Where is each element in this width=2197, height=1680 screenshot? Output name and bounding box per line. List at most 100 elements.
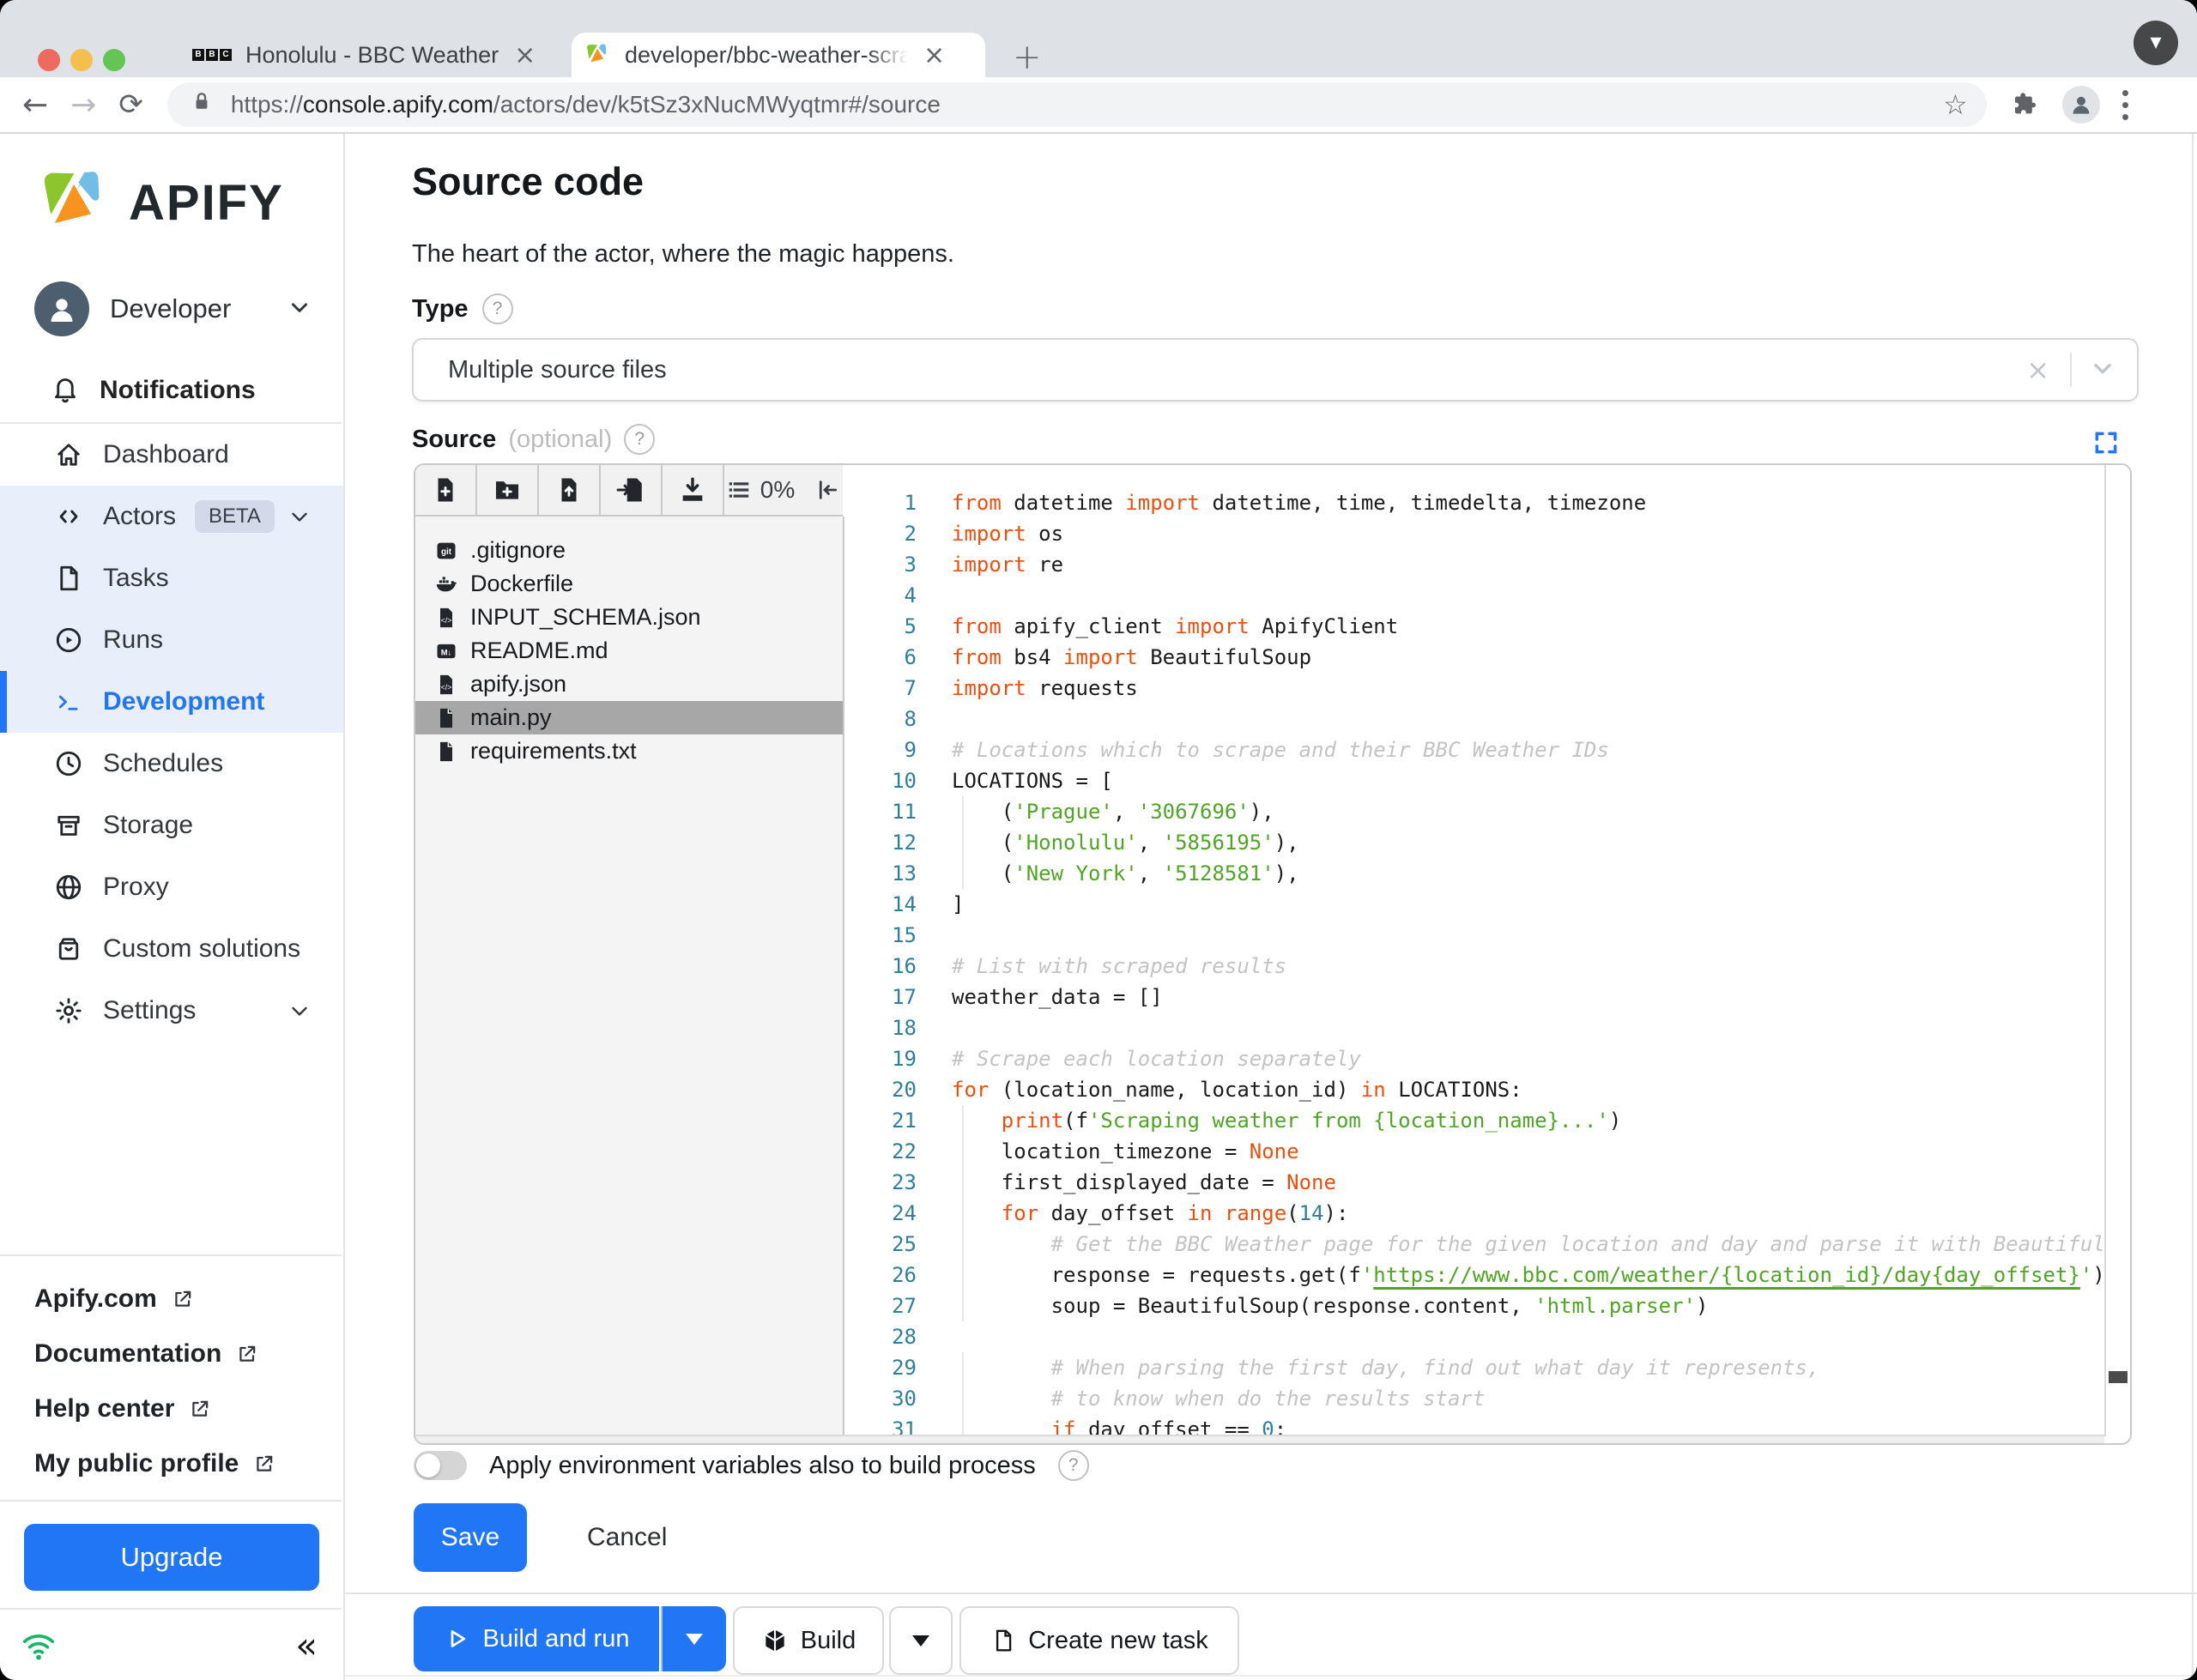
account-name: Developer bbox=[110, 293, 232, 323]
sidebar-item-runs[interactable]: Runs bbox=[0, 609, 343, 671]
indent-guide bbox=[962, 1352, 964, 1383]
back-icon[interactable]: ← bbox=[22, 88, 48, 123]
sidebar-item-dashboard[interactable]: Dashboard bbox=[0, 424, 343, 486]
sidebar-item-tasks[interactable]: Tasks bbox=[0, 547, 343, 609]
import-file-button[interactable] bbox=[601, 465, 663, 515]
sidebar-item-label: Tasks bbox=[103, 564, 169, 592]
save-button[interactable]: Save bbox=[414, 1503, 527, 1572]
macos-minimize-button[interactable] bbox=[70, 49, 93, 71]
account-switcher[interactable]: Developer bbox=[0, 276, 343, 341]
line-number: 16 bbox=[892, 954, 917, 978]
file-item-dockerfile[interactable]: Dockerfile bbox=[415, 567, 843, 601]
sidebar-item-notifications[interactable]: Notifications bbox=[0, 364, 343, 417]
upload-file-button[interactable] bbox=[539, 465, 601, 515]
page-scrollbar[interactable] bbox=[2192, 134, 2194, 1680]
fullscreen-expand-icon[interactable] bbox=[2092, 429, 2120, 456]
scrollbar-thumb[interactable] bbox=[2109, 1371, 2127, 1383]
build-button[interactable]: Build bbox=[733, 1606, 884, 1675]
tab-close-icon[interactable]: × bbox=[923, 40, 945, 70]
code-editor[interactable]: 1 2 3 4 5 6 7 8 9 10 11 12 13 14 15 16 17 18 19 20 21 22 23 24 2… bbox=[844, 465, 2104, 1436]
file-item-requirements-txt[interactable]: requirements.txt bbox=[415, 734, 843, 768]
new-tab-button[interactable]: + bbox=[1013, 38, 1042, 77]
apify-logo[interactable]: APIFY bbox=[34, 163, 284, 242]
build-dropdown[interactable] bbox=[889, 1606, 953, 1675]
code-line-7: import requests bbox=[952, 676, 1138, 700]
external-link-icon bbox=[252, 1452, 276, 1476]
horizontal-scrollbar[interactable] bbox=[415, 1435, 2104, 1443]
line-number: 19 bbox=[892, 1047, 917, 1071]
line-number: 5 bbox=[904, 614, 917, 638]
lock-icon bbox=[190, 89, 221, 120]
bookmark-star-icon[interactable]: ☆ bbox=[1943, 88, 1968, 121]
clear-selection-icon[interactable]: × bbox=[2026, 354, 2049, 386]
tab-search-button[interactable]: ▾ bbox=[2133, 21, 2178, 65]
sidebar-link-my-public-profile[interactable]: My public profile bbox=[0, 1436, 343, 1491]
code-icon bbox=[53, 501, 84, 532]
line-number: 6 bbox=[904, 645, 917, 669]
file-item-main-py[interactable]: main.py bbox=[415, 701, 843, 734]
collapse-tree-icon[interactable] bbox=[815, 477, 841, 503]
code-line-20: for (location_name, location_id) in LOCA… bbox=[952, 1078, 1522, 1102]
cancel-button[interactable]: Cancel bbox=[570, 1503, 684, 1572]
help-question-icon[interactable]: ? bbox=[624, 424, 656, 455]
document-icon bbox=[996, 1629, 1012, 1652]
build-and-run-dropdown[interactable] bbox=[661, 1606, 726, 1671]
sidebar-link-apify-com[interactable]: Apify.com bbox=[0, 1272, 343, 1326]
reload-icon[interactable]: ⟳ bbox=[118, 88, 143, 122]
macos-zoom-button[interactable] bbox=[103, 49, 125, 71]
sidebar-link-documentation[interactable]: Documentation bbox=[0, 1326, 343, 1381]
sidebar-item-schedules[interactable]: Schedules bbox=[0, 733, 343, 795]
new-folder-button[interactable] bbox=[477, 465, 539, 515]
macos-close-button[interactable] bbox=[38, 49, 60, 71]
file-item-apify-json[interactable]: </> apify.json bbox=[415, 668, 843, 701]
upgrade-button[interactable]: Upgrade bbox=[24, 1524, 319, 1591]
chrome-menu-icon[interactable] bbox=[2121, 89, 2128, 120]
sidebar-nav: Dashboard Actors BETA Tasks Runs Development S… bbox=[0, 424, 343, 1042]
editor-zoom-control[interactable]: 0% bbox=[724, 465, 843, 515]
sidebar-item-custom-solutions[interactable]: Custom solutions bbox=[0, 918, 343, 980]
build-and-run-button[interactable]: Build and run bbox=[414, 1606, 659, 1671]
code-line-14: ] bbox=[952, 892, 965, 916]
sidebar-item-storage[interactable]: Storage bbox=[0, 795, 343, 856]
file-name: apify.json bbox=[470, 671, 567, 697]
code-file-icon: </> bbox=[434, 606, 458, 630]
env-variables-toggle[interactable] bbox=[414, 1451, 467, 1480]
tab-close-icon[interactable]: × bbox=[514, 40, 536, 70]
vertical-scrollbar[interactable] bbox=[2104, 465, 2130, 1436]
url-bar[interactable]: https://console.apify.com/actors/dev/k5t… bbox=[166, 82, 1987, 127]
sidebar-item-proxy[interactable]: Proxy bbox=[0, 856, 343, 918]
link-label: Apify.com bbox=[34, 1284, 157, 1313]
collapse-sidebar-icon[interactable]: « bbox=[295, 1624, 318, 1666]
sidebar-item-settings[interactable]: Settings bbox=[0, 980, 343, 1042]
apify-logo-icon bbox=[44, 169, 100, 223]
tab-bbc-weather[interactable]: BBC Honolulu - BBC Weather × bbox=[180, 33, 566, 77]
create-new-task-button[interactable]: Create new task bbox=[959, 1606, 1239, 1675]
chrome-profile-avatar[interactable] bbox=[2061, 86, 2100, 124]
indent-guide bbox=[962, 858, 964, 889]
sidebar-link-help-center[interactable]: Help center bbox=[0, 1381, 343, 1436]
code-line-22: location_timezone = None bbox=[952, 1136, 2104, 1167]
source-optional-label: (optional) bbox=[508, 425, 613, 453]
forward-icon[interactable]: → bbox=[70, 88, 96, 123]
help-question-icon[interactable]: ? bbox=[1057, 1450, 1089, 1481]
line-number: 8 bbox=[904, 707, 917, 731]
new-file-button[interactable] bbox=[415, 465, 477, 515]
help-question-icon[interactable]: ? bbox=[481, 293, 513, 324]
chevron-down-icon[interactable] bbox=[2089, 354, 2116, 386]
user-avatar bbox=[34, 281, 89, 336]
package-icon bbox=[765, 1629, 784, 1652]
download-button[interactable] bbox=[663, 465, 724, 515]
line-number: 18 bbox=[892, 1016, 917, 1040]
tab-apify-console[interactable]: developer/bbc-weather-scrape × bbox=[572, 33, 985, 77]
env-toggle-label: Apply environment variables also to buil… bbox=[489, 1451, 1036, 1479]
indent-guide bbox=[962, 1260, 964, 1290]
play-icon bbox=[451, 1630, 465, 1647]
file-item--gitignore[interactable]: git .gitignore bbox=[415, 534, 843, 567]
file-item-input-schema-json[interactable]: </> INPUT_SCHEMA.json bbox=[415, 601, 843, 634]
extensions-puzzle-icon[interactable] bbox=[2011, 89, 2042, 120]
type-select[interactable]: Multiple source files × bbox=[412, 338, 2139, 402]
sidebar-item-actors[interactable]: Actors BETA bbox=[0, 486, 343, 547]
sidebar-item-development[interactable]: Development bbox=[0, 671, 343, 733]
file-item-readme-md[interactable]: M↓ README.md bbox=[415, 634, 843, 668]
code-file-icon: </> bbox=[434, 673, 458, 697]
